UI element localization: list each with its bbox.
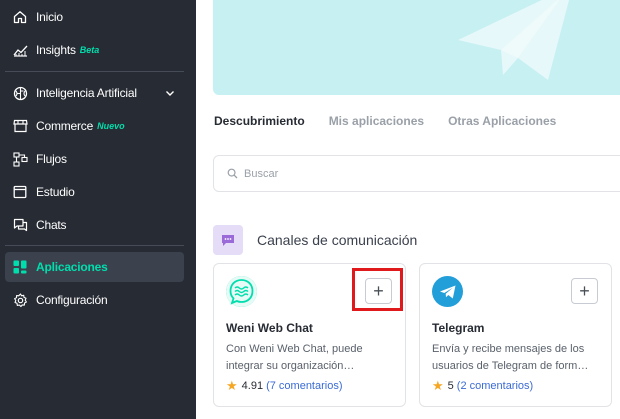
sidebar-item-chats[interactable]: Chats	[5, 210, 184, 240]
sidebar-divider	[5, 245, 184, 246]
flow-icon	[12, 151, 28, 167]
sidebar-item-label: Configuración	[36, 293, 108, 307]
sidebar-item-estudio[interactable]: Estudio	[5, 177, 184, 207]
app-name: Weni Web Chat	[226, 321, 313, 335]
sidebar-item-label: Chats	[36, 218, 67, 232]
sidebar-item-aplicaciones[interactable]: Aplicaciones	[5, 252, 184, 282]
sidebar-item-inicio[interactable]: Inicio	[5, 2, 184, 32]
star-icon: ★	[226, 378, 238, 393]
main-content: Descubrimiento Mis aplicaciones Otras Ap…	[196, 0, 620, 419]
home-icon	[12, 9, 28, 25]
rating-comments-link[interactable]: (2 comentarios)	[457, 380, 533, 392]
sidebar-item-label: Inicio	[36, 10, 63, 24]
search-input[interactable]	[244, 167, 544, 180]
rating-score: 5	[447, 380, 454, 392]
sidebar-item-flujos[interactable]: Flujos	[5, 144, 184, 174]
search-bar	[213, 155, 620, 192]
chart-icon	[12, 42, 28, 58]
tab-otras-aplicaciones[interactable]: Otras Aplicaciones	[448, 114, 556, 128]
app-description: Envía y recibe mensajes de los usuarios …	[432, 343, 589, 372]
brain-icon	[12, 85, 28, 101]
search-icon	[227, 168, 238, 179]
chevron-down-icon[interactable]	[164, 86, 176, 104]
highlight-box	[352, 268, 403, 311]
new-badge: Nuevo	[97, 121, 125, 131]
sidebar-item-inteligencia-artificial[interactable]: Inteligencia Artificial	[5, 78, 184, 108]
sidebar: Inicio Insights Beta Inteligencia Artifi…	[0, 0, 196, 419]
add-app-button[interactable]: +	[571, 278, 598, 304]
rating-score: 4.91	[241, 380, 264, 392]
apps-icon	[12, 259, 28, 275]
sidebar-item-label: Estudio	[36, 185, 75, 199]
sidebar-item-label: Commerce	[36, 119, 94, 133]
app-rating: ★ 5 (2 comentarios)	[432, 378, 533, 394]
telegram-logo-icon	[432, 276, 463, 307]
store-icon	[12, 118, 28, 134]
sidebar-item-label: Aplicaciones	[36, 260, 108, 274]
weni-web-chat-logo-icon	[226, 276, 257, 307]
sidebar-item-label: Flujos	[36, 152, 67, 166]
section-header: Canales de comunicación	[213, 225, 417, 255]
chat-icon	[12, 217, 28, 233]
app-rating: ★ 4.91 (7 comentarios)	[226, 378, 343, 394]
rating-comments-link[interactable]: (7 comentarios)	[266, 380, 342, 392]
sidebar-divider	[5, 71, 184, 72]
sidebar-item-configuracion[interactable]: Configuración	[5, 285, 184, 315]
app-card-telegram[interactable]: + Telegram Envía y recibe mensajes de lo…	[419, 263, 612, 407]
section-title: Canales de comunicación	[257, 232, 418, 248]
sidebar-item-insights[interactable]: Insights Beta	[5, 35, 184, 65]
beta-badge: Beta	[79, 45, 100, 55]
app-name: Telegram	[432, 321, 485, 335]
sidebar-item-commerce[interactable]: Commerce Nuevo	[5, 111, 184, 141]
gear-icon	[12, 292, 28, 308]
sidebar-item-label: Inteligencia Artificial	[36, 86, 137, 100]
tab-bar: Descubrimiento Mis aplicaciones Otras Ap…	[214, 114, 556, 128]
paper-plane-icon	[458, 0, 570, 80]
banner	[213, 0, 620, 95]
tab-descubrimiento[interactable]: Descubrimiento	[214, 114, 305, 128]
sidebar-item-label: Insights	[36, 43, 76, 57]
plus-icon: +	[579, 281, 590, 301]
app-description: Con Weni Web Chat, puede integrar su org…	[226, 343, 363, 372]
message-icon	[213, 225, 243, 255]
tab-mis-aplicaciones[interactable]: Mis aplicaciones	[329, 114, 424, 128]
window-icon	[12, 184, 28, 200]
star-icon: ★	[432, 378, 444, 393]
